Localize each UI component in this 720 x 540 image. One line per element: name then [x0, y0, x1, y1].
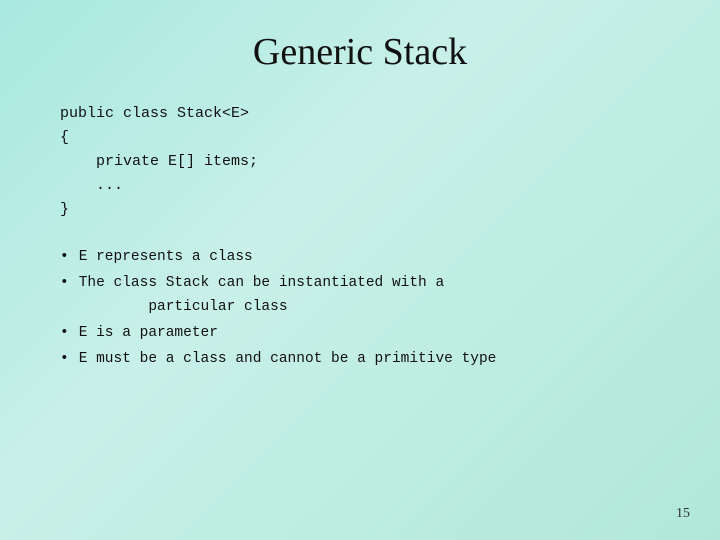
- code-line-1: public class Stack<E>: [60, 102, 670, 126]
- bullet-icon: •: [60, 272, 69, 296]
- list-item: • The class Stack can be instantiated wi…: [60, 272, 670, 320]
- code-line-2: {: [60, 126, 670, 150]
- code-block: public class Stack<E> { private E[] item…: [60, 102, 670, 222]
- code-line-3: private E[] items;: [60, 150, 670, 174]
- bullet-icon: •: [60, 246, 69, 270]
- list-item: • E is a parameter: [60, 322, 670, 346]
- code-line-5: }: [60, 198, 670, 222]
- page-number: 15: [676, 506, 690, 522]
- bullet-icon: •: [60, 322, 69, 346]
- bullet-list: • E represents a class • The class Stack…: [60, 246, 670, 374]
- list-item: • E must be a class and cannot be a prim…: [60, 348, 670, 372]
- bullet-icon: •: [60, 348, 69, 372]
- slide-container: Generic Stack public class Stack<E> { pr…: [0, 0, 720, 540]
- list-item: • E represents a class: [60, 246, 670, 270]
- code-line-4: ...: [60, 174, 670, 198]
- bullet-text-1: E represents a class: [79, 246, 253, 270]
- bullet-text-2: The class Stack can be instantiated with…: [79, 272, 444, 320]
- bullet-text-4: E must be a class and cannot be a primit…: [79, 348, 497, 372]
- slide-title: Generic Stack: [50, 30, 670, 74]
- bullet-text-3: E is a parameter: [79, 322, 218, 346]
